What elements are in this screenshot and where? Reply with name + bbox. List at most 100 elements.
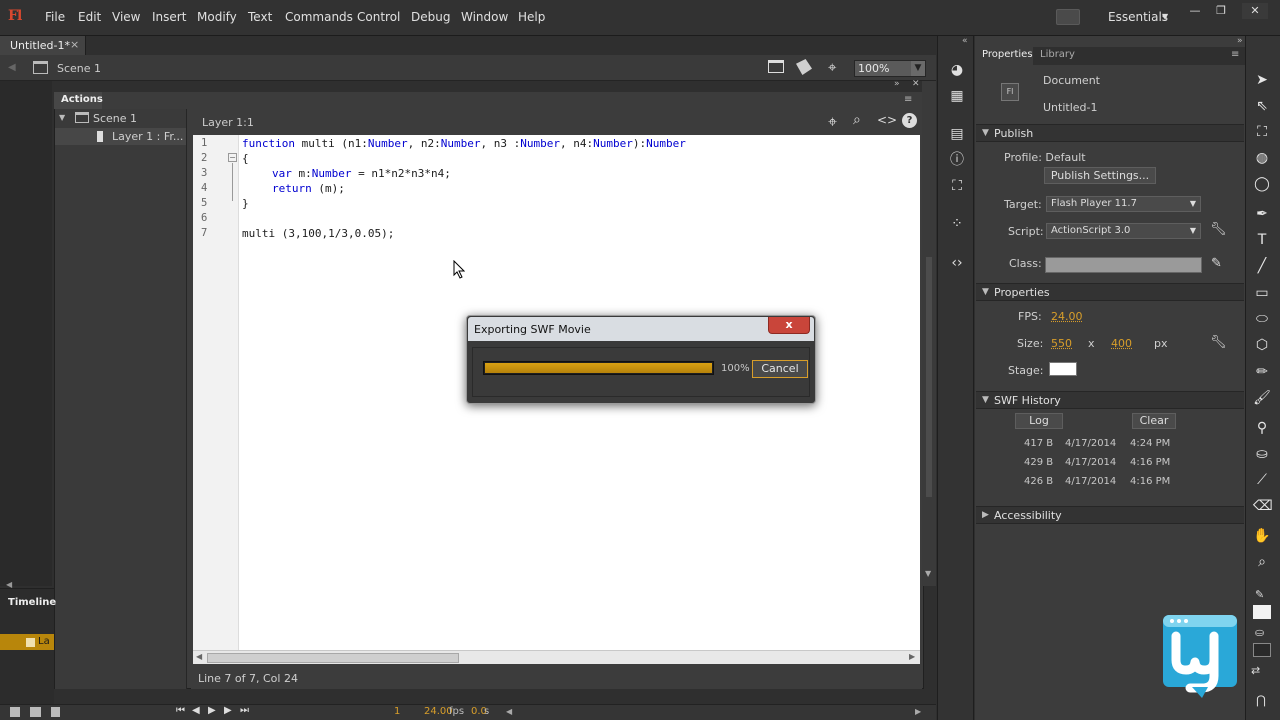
snap-magnet-icon[interactable]: ⋂ [1256, 693, 1266, 707]
code-snippets-icon[interactable]: <> [877, 113, 897, 127]
close-panel-icon[interactable]: ✕ [912, 79, 920, 89]
script-select[interactable]: ActionScript 3.0 ▼ [1046, 223, 1201, 239]
swatches-icon[interactable]: ▦ [948, 87, 966, 105]
timeline-tab[interactable]: Timeline [8, 597, 56, 608]
new-folder-icon[interactable] [30, 707, 41, 717]
help-icon[interactable]: ? [902, 113, 917, 128]
zoom-tool-icon[interactable]: ⌕ [1253, 553, 1271, 571]
search-icon[interactable]: ⌕ [853, 112, 861, 128]
stroke-color-icon[interactable]: ✎ [1255, 588, 1264, 601]
first-frame-icon[interactable]: ⏮ [176, 705, 185, 716]
components-icon[interactable]: ⁘ [948, 215, 966, 233]
text-tool-icon[interactable]: T [1253, 231, 1271, 249]
paint-bucket-tool-icon[interactable]: ⛀ [1253, 445, 1271, 463]
properties-section-header[interactable]: ▼ Properties [976, 283, 1244, 301]
horizontal-scrollbar[interactable]: ◀ ▶ [193, 650, 920, 664]
pen-tool-icon[interactable]: ✒ [1253, 205, 1271, 223]
scroll-down-icon[interactable]: ▼ [925, 569, 931, 578]
menu-modify[interactable]: Modify [197, 10, 237, 24]
vertical-scrollbar[interactable]: ▼ [922, 81, 936, 586]
publish-settings-button[interactable]: Publish Settings... [1044, 167, 1156, 184]
dialog-close-button[interactable]: x [768, 317, 810, 334]
edit-symbols-icon[interactable] [796, 59, 812, 75]
publish-section-header[interactable]: ▼ Publish [976, 124, 1244, 142]
chevron-down-icon[interactable]: ▼ [1162, 12, 1168, 21]
collapse-icon[interactable]: » [1237, 36, 1243, 46]
subselection-tool-icon[interactable]: ⇖ [1253, 97, 1271, 115]
tab-properties[interactable]: Properties [982, 49, 1033, 60]
center-stage-icon[interactable]: ⌖ [828, 58, 836, 76]
close-icon[interactable]: × [70, 38, 79, 51]
3d-rotation-tool-icon[interactable]: ◍ [1253, 149, 1271, 167]
insert-target-path-icon[interactable]: ⌖ [828, 112, 837, 132]
stroke-color-swatch[interactable] [1253, 605, 1271, 619]
target-select[interactable]: Flash Player 11.7 ▼ [1046, 196, 1201, 212]
brush-tool-icon[interactable]: 🖌︎ [1253, 389, 1271, 407]
accessibility-section-header[interactable]: ▶ Accessibility [976, 506, 1244, 524]
menu-edit[interactable]: Edit [78, 10, 101, 24]
minimize-button[interactable]: — [1182, 3, 1208, 19]
edit-scene-icon[interactable] [768, 60, 784, 73]
zoom-select[interactable]: 100% ▼ [854, 60, 926, 77]
rectangle-tool-icon[interactable]: ▭ [1253, 284, 1271, 302]
document-tab[interactable]: Untitled-1* × [0, 36, 86, 55]
menu-insert[interactable]: Insert [152, 10, 186, 24]
delete-icon[interactable] [51, 707, 60, 717]
menu-file[interactable]: File [45, 10, 65, 24]
tree-layer-row[interactable]: Layer 1 : Fr... [55, 128, 186, 145]
wrench-icon[interactable]: 🔧︎ [1210, 335, 1227, 350]
eraser-tool-icon[interactable]: ⌫ [1253, 497, 1273, 515]
menu-help[interactable]: Help [518, 10, 545, 24]
panel-menu-icon[interactable]: ≡ [1231, 49, 1239, 60]
clear-button[interactable]: Clear [1132, 413, 1176, 429]
oval-tool-icon[interactable]: ⬭ [1253, 310, 1271, 328]
expand-icon[interactable]: « [962, 36, 968, 46]
swf-history-section-header[interactable]: ▼ SWF History [976, 391, 1244, 409]
tab-library[interactable]: Library [1040, 49, 1075, 60]
lasso-tool-icon[interactable]: ◯ [1253, 175, 1271, 193]
bone-tool-icon[interactable]: ⚲ [1253, 419, 1271, 437]
panel-menu-icon[interactable]: ≡ [904, 94, 912, 105]
actions-tab[interactable]: Actions [54, 92, 103, 109]
line-tool-icon[interactable]: ╱ [1253, 257, 1271, 275]
timeline-layer-row[interactable]: La [0, 634, 54, 650]
fill-color-icon[interactable]: ⛀ [1255, 626, 1264, 639]
info-icon[interactable]: ⓘ [948, 151, 966, 169]
code-snippets-icon[interactable]: ‹› [948, 254, 966, 272]
eyedropper-tool-icon[interactable]: ⟋ [1253, 471, 1271, 489]
expand-triangle-icon[interactable]: ▼ [59, 113, 65, 122]
step-back-icon[interactable]: ◀ [192, 705, 200, 716]
scroll-right-icon[interactable]: ▶ [909, 652, 915, 661]
wrench-icon[interactable]: 🔧︎ [1210, 222, 1227, 237]
log-button[interactable]: Log [1015, 413, 1063, 429]
fold-toggle-icon[interactable]: − [228, 153, 237, 162]
pencil-tool-icon[interactable]: ✏ [1253, 363, 1271, 381]
polystar-tool-icon[interactable]: ⬡ [1253, 336, 1271, 354]
menu-window[interactable]: Window [461, 10, 508, 24]
workspace-switcher[interactable]: Essentials [1108, 10, 1168, 24]
menu-view[interactable]: View [112, 10, 140, 24]
collapse-icon[interactable]: » [894, 79, 900, 89]
scroll-right-icon[interactable]: ▶ [915, 707, 921, 716]
color-icon[interactable]: ◕ [948, 61, 966, 79]
scrollbar-thumb[interactable] [926, 257, 932, 497]
dialog-titlebar[interactable]: Exporting SWF Movie x [468, 317, 814, 341]
selection-tool-icon[interactable]: ➤ [1253, 71, 1271, 89]
edit-pencil-icon[interactable]: ✎ [1211, 256, 1222, 271]
last-frame-icon[interactable]: ⏭ [240, 705, 249, 716]
free-transform-tool-icon[interactable]: ⛶ [1253, 123, 1271, 141]
tree-scene-item[interactable]: Scene 1 [93, 112, 137, 125]
scrollbar-thumb[interactable] [207, 653, 459, 663]
class-input[interactable] [1045, 257, 1202, 273]
height-value[interactable]: 400 [1111, 337, 1132, 350]
menu-debug[interactable]: Debug [411, 10, 450, 24]
align-icon[interactable]: ▤ [948, 125, 966, 143]
scroll-left-icon[interactable]: ◀ [506, 707, 512, 716]
stage-color-swatch[interactable] [1049, 362, 1077, 376]
restore-button[interactable]: ❐ [1208, 3, 1234, 19]
transform-icon[interactable]: ⛶ [948, 177, 966, 195]
fps-value[interactable]: 24.00 [1051, 310, 1083, 323]
hand-tool-icon[interactable]: ✋ [1253, 527, 1271, 545]
chevron-down-icon[interactable]: ▼ [911, 61, 925, 76]
workspace-sync-icon[interactable] [1056, 9, 1080, 25]
